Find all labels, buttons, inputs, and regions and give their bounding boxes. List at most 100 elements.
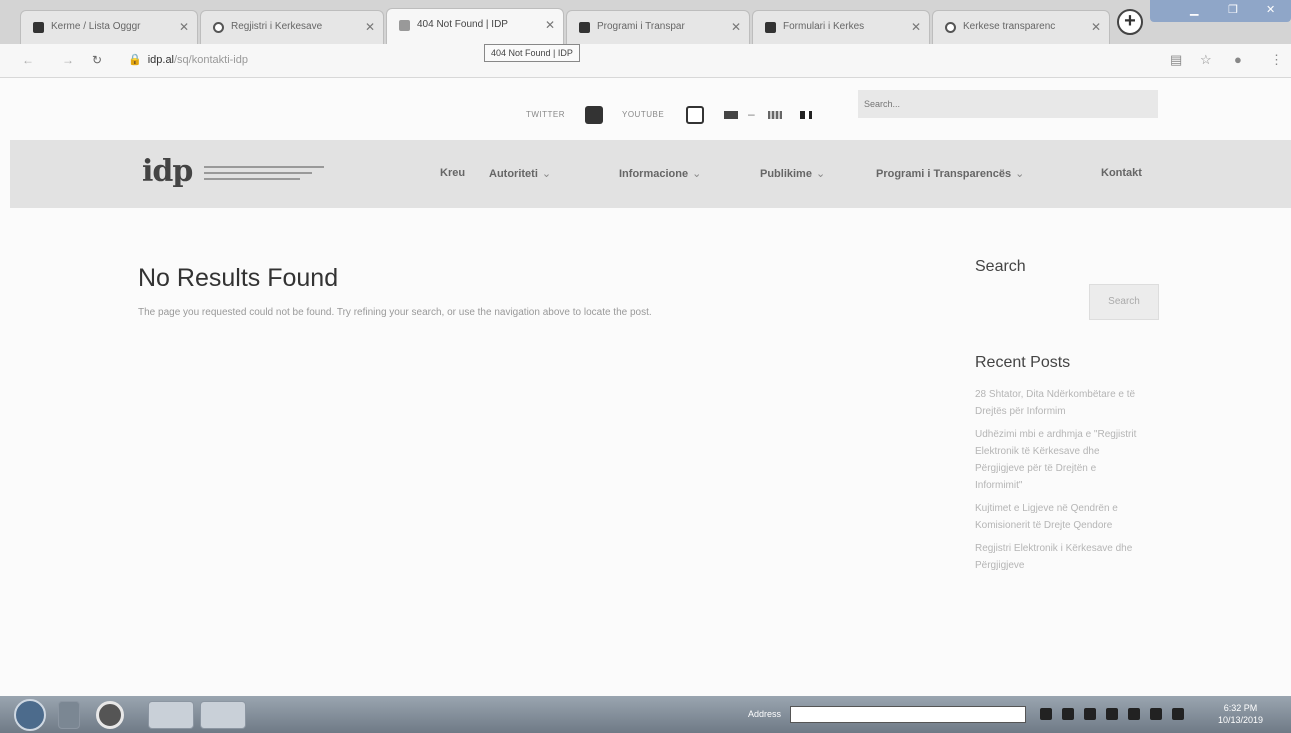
recent-post-link[interactable]: 28 Shtator, Dita Ndërkombëtare e të Drej… bbox=[975, 386, 1145, 420]
close-icon[interactable]: ✕ bbox=[179, 20, 189, 34]
sidebar-search-title: Search bbox=[975, 258, 1026, 275]
flag-separator: – bbox=[748, 107, 755, 121]
clock-date: 10/13/2019 bbox=[1218, 715, 1264, 725]
close-icon[interactable]: ✕ bbox=[911, 20, 921, 34]
taskbar-address-input[interactable] bbox=[790, 706, 1026, 723]
recent-post-link[interactable]: Udhëzimi mbi e ardhmja e "Regjistrit Ele… bbox=[975, 426, 1145, 494]
address-bar: ← → ↻ 🔒 idp.al/sq/kontakti-idp ▤ ☆ ● ⋮ bbox=[0, 44, 1291, 78]
window-thumbnail-icon[interactable] bbox=[200, 701, 246, 729]
nav-item-publikime[interactable]: Publikime ⌄ bbox=[760, 167, 825, 180]
bookmark-star-icon[interactable]: ☆ bbox=[1200, 52, 1212, 68]
new-tab-button[interactable]: + bbox=[1117, 9, 1143, 35]
explorer-icon[interactable] bbox=[148, 701, 194, 729]
browser-tab-active[interactable]: 404 Not Found | IDP ✕ bbox=[386, 8, 564, 44]
web-page: TWITTER YOUTUBE – idp Kreu Autoriteti⌄ I… bbox=[0, 78, 1291, 696]
tray-icon[interactable] bbox=[1084, 708, 1096, 720]
nav-label: Kontakt bbox=[1101, 167, 1142, 179]
nav-item-autoriteti[interactable]: Autoriteti ⌄ bbox=[489, 167, 551, 180]
url-path: /sq/kontakti-idp bbox=[174, 54, 248, 66]
main-content: No Results Found The page you requested … bbox=[138, 264, 878, 322]
browser-tab[interactable]: Regjistri i Kerkesave ✕ bbox=[200, 10, 384, 44]
page-icon bbox=[399, 20, 410, 31]
tab-strip: Kerme / Lista Ogggr ✕ Regjistri i Kerkes… bbox=[0, 0, 1291, 44]
nav-label: Publikime bbox=[760, 168, 812, 180]
close-window-icon[interactable]: ✕ bbox=[1266, 3, 1275, 16]
chevron-down-icon: ⌄ bbox=[1015, 168, 1025, 180]
system-clock[interactable]: 6:32 PM 10/13/2019 bbox=[1218, 702, 1263, 726]
nav-item-programi[interactable]: Programi i Transparencës ⌄ bbox=[876, 167, 1024, 180]
taskbar-address-label: Address bbox=[748, 709, 782, 719]
nav-label: Programi i Transparencës bbox=[876, 168, 1012, 180]
youtube-icon[interactable] bbox=[686, 106, 704, 124]
url-field[interactable]: 🔒 idp.al/sq/kontakti-idp bbox=[128, 53, 248, 66]
italian-flag-icon[interactable] bbox=[800, 111, 812, 119]
browser-tab[interactable]: Kerkese transparenc ✕ bbox=[932, 10, 1110, 44]
nav-item-kreu[interactable]: Kreu bbox=[440, 167, 465, 179]
menu-dots-icon[interactable]: ⋮ bbox=[1270, 52, 1283, 68]
tray-icon[interactable] bbox=[1040, 708, 1052, 720]
tray-icon[interactable] bbox=[1062, 708, 1074, 720]
site-search-input[interactable] bbox=[858, 90, 1158, 118]
translate-icon[interactable]: ▤ bbox=[1170, 52, 1182, 68]
idp-logo[interactable]: idp bbox=[142, 154, 342, 194]
nav-item-kontakt[interactable]: Kontakt bbox=[1101, 167, 1142, 179]
english-flag-icon[interactable] bbox=[768, 111, 782, 119]
tab-title: 404 Not Found | IDP bbox=[417, 19, 508, 30]
albanian-flag-icon[interactable] bbox=[724, 111, 738, 119]
close-icon[interactable]: ✕ bbox=[365, 20, 375, 34]
forward-arrow-icon[interactable]: → bbox=[62, 53, 74, 67]
browser-tab[interactable]: Programi i Transpar ✕ bbox=[566, 10, 750, 44]
top-bar: TWITTER YOUTUBE – bbox=[0, 78, 1291, 140]
tray-icon[interactable] bbox=[1150, 708, 1162, 720]
not-found-message: The page you requested could not be foun… bbox=[138, 307, 652, 318]
page-title: No Results Found bbox=[138, 264, 339, 292]
shield-icon bbox=[579, 22, 590, 33]
close-icon[interactable]: ✕ bbox=[731, 20, 741, 34]
tab-tooltip: 404 Not Found | IDP bbox=[484, 44, 580, 62]
globe-icon bbox=[945, 22, 956, 33]
recent-post-link[interactable]: Regjistri Elektronik i Kërkesave dhe Për… bbox=[975, 540, 1145, 574]
minimize-icon[interactable]: ▁ bbox=[1190, 3, 1198, 16]
recent-posts-title: Recent Posts bbox=[975, 354, 1071, 371]
profile-icon[interactable]: ● bbox=[1234, 52, 1242, 67]
shield-icon bbox=[765, 22, 776, 33]
browser-tab[interactable]: Formulari i Kerkes ✕ bbox=[752, 10, 930, 44]
lock-icon: 🔒 bbox=[128, 54, 142, 66]
chevron-down-icon: ⌄ bbox=[815, 168, 826, 180]
recent-posts-list: 28 Shtator, Dita Ndërkombëtare e të Drej… bbox=[975, 386, 1145, 580]
sidebar: Search Search Recent Posts 28 Shtator, D… bbox=[975, 258, 1165, 571]
youtube-label[interactable]: YOUTUBE bbox=[622, 110, 664, 119]
volume-icon[interactable] bbox=[1172, 708, 1184, 720]
nav-item-informacione[interactable]: Informacione ⌄ bbox=[619, 167, 701, 180]
tab-title: Programi i Transpar bbox=[597, 21, 685, 32]
shield-icon bbox=[33, 22, 44, 33]
main-navigation: idp Kreu Autoriteti ⌄ Informacione ⌄ Publi… bbox=[10, 140, 1291, 208]
logo-tagline bbox=[204, 166, 324, 184]
recent-post-link[interactable]: Kujtimet e Ligjeve në Qendrën e Komision… bbox=[975, 500, 1145, 534]
chevron-down-icon: ⌄ bbox=[541, 168, 552, 180]
back-arrow-icon[interactable]: ← bbox=[22, 53, 34, 67]
twitter-icon[interactable] bbox=[585, 106, 603, 124]
tray-icon[interactable] bbox=[1128, 708, 1140, 720]
start-button[interactable] bbox=[14, 699, 46, 731]
globe-icon bbox=[213, 22, 224, 33]
twitter-label[interactable]: TWITTER bbox=[526, 110, 565, 119]
maximize-icon[interactable]: ❐ bbox=[1228, 3, 1238, 16]
tab-title: Regjistri i Kerkesave bbox=[231, 21, 323, 32]
browser-tab[interactable]: Kerme / Lista Ogggr ✕ bbox=[20, 10, 198, 44]
close-icon[interactable]: ✕ bbox=[1091, 20, 1101, 34]
window-controls: ▁ ❐ ✕ bbox=[1150, 0, 1291, 22]
logo-mark: idp bbox=[142, 154, 193, 189]
taskbar-separator-icon bbox=[58, 701, 80, 729]
chevron-down-icon: ⌄ bbox=[692, 168, 702, 180]
reload-icon[interactable]: ↻ bbox=[92, 53, 102, 67]
chrome-icon[interactable] bbox=[96, 701, 124, 729]
tab-title: Formulari i Kerkes bbox=[783, 21, 865, 32]
tray-icon[interactable] bbox=[1106, 708, 1118, 720]
nav-label: Informacione bbox=[619, 168, 689, 180]
tab-title: Kerkese transparenc bbox=[963, 21, 1056, 32]
tab-title: Kerme / Lista Ogggr bbox=[51, 21, 141, 32]
close-icon[interactable]: ✕ bbox=[545, 18, 555, 32]
nav-label: Kreu bbox=[440, 167, 466, 179]
sidebar-search-button[interactable]: Search bbox=[1089, 284, 1159, 320]
